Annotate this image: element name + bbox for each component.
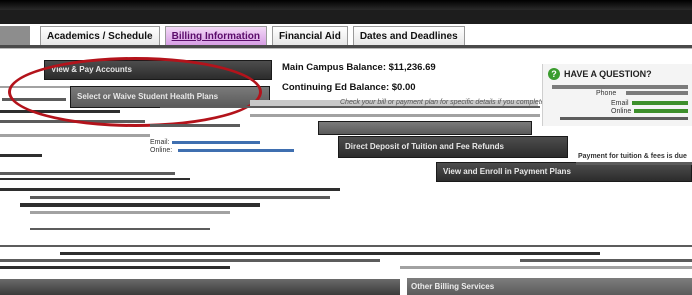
continuing-ed-balance: Continuing Ed Balance: $0.00	[282, 82, 416, 93]
contact-online-label: Online:	[150, 147, 173, 154]
question-fragment	[560, 117, 688, 120]
content-fragment	[520, 259, 692, 262]
tab-financial-aid[interactable]: Financial Aid	[271, 26, 348, 46]
content-fragment	[0, 259, 380, 262]
bottom-bar-left	[0, 279, 400, 295]
content-fragment	[0, 245, 692, 247]
left-text-fragment	[0, 172, 175, 175]
left-text-fragment	[0, 134, 150, 137]
main-campus-balance: Main Campus Balance: $11,236.69	[282, 62, 436, 73]
service-bar-upper[interactable]	[318, 121, 532, 135]
online-label: Online	[611, 108, 632, 115]
content-fragment	[30, 196, 330, 199]
top-header-band	[0, 0, 692, 24]
contact-online-link[interactable]	[178, 149, 294, 152]
help-icon: ?	[548, 68, 560, 80]
tab-bar: Academics / Schedule Billing Information…	[40, 24, 465, 46]
content-fragment	[20, 203, 260, 207]
content-fragment	[0, 266, 230, 269]
phone-value	[626, 91, 688, 95]
tab-billing-information[interactable]: Billing Information	[164, 26, 267, 46]
other-billing-services-button[interactable]: Other Billing Services	[407, 278, 692, 295]
payment-due-note: Payment for tuition & fees is due	[578, 153, 687, 160]
content-fragment	[60, 252, 600, 255]
content-fragment	[400, 266, 692, 269]
phone-label: Phone	[596, 90, 617, 97]
notice-fragment	[160, 106, 540, 108]
contact-email-label: Email:	[150, 139, 170, 146]
left-text-fragment	[0, 154, 42, 157]
payment-plans-button[interactable]: View and Enroll in Payment Plans	[436, 162, 692, 182]
left-text-fragment	[0, 178, 190, 180]
question-line	[552, 85, 688, 89]
content-fragment	[30, 228, 210, 230]
contact-fragment	[150, 124, 240, 127]
notice-text: Check your bill or payment plan for spec…	[340, 99, 545, 106]
side-note-fragment	[576, 162, 692, 165]
notice-fragment	[250, 114, 540, 117]
content-fragment	[0, 188, 340, 191]
content-fragment	[30, 211, 230, 214]
email-link[interactable]	[632, 101, 688, 105]
online-link[interactable]	[634, 109, 688, 113]
tab-underline-light	[0, 48, 692, 49]
highlight-circle	[8, 57, 262, 127]
direct-deposit-button[interactable]: Direct Deposit of Tuition and Fee Refund…	[338, 136, 568, 158]
tab-academics-schedule[interactable]: Academics / Schedule	[40, 26, 160, 46]
question-title: HAVE A QUESTION?	[564, 69, 652, 79]
email-label: Email	[611, 100, 629, 107]
tab-dates-and-deadlines[interactable]: Dates and Deadlines	[352, 26, 465, 46]
contact-email-link[interactable]	[172, 141, 260, 144]
